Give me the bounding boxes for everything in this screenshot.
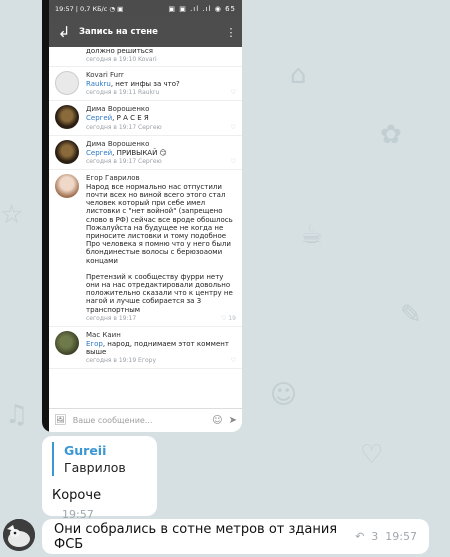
comment-author: Дима Ворошенко <box>86 105 150 114</box>
comment-text: , нет инфы за что? <box>110 80 180 89</box>
message-meta: ↶ 3 19:57 <box>355 530 417 543</box>
comment-text: , ПРИВЫКАЙ 😏 <box>112 148 167 157</box>
message-text: Они собрались в сотне метров от здания Ф… <box>54 521 338 552</box>
message-time: 19:57 <box>385 530 417 543</box>
background-doodle: ☆ <box>0 200 24 230</box>
comment-item: Егор Гаврилов Народ все нормально нас от… <box>49 170 242 327</box>
comment-meta: сегодня в 19:11 Raukru <box>86 89 160 97</box>
comments-list: должно решиться сегодня в 19:10 Kovari K… <box>49 47 242 408</box>
background-doodle: ✎ <box>400 300 422 330</box>
background-doodle: ✿ <box>380 120 402 150</box>
quote-author: Gureii <box>64 443 107 458</box>
comment-text: Народ все нормально нас отпустили почти … <box>86 182 233 265</box>
comment-author: Егор Гаврилов <box>86 173 140 182</box>
comment-meta: сегодня в 19:17 Сергею <box>86 123 162 131</box>
emoji-icon: ☺ <box>212 415 223 426</box>
avatar-image <box>3 519 35 551</box>
like-icon: ♡ <box>230 123 236 131</box>
more-options-icon: ⋮ <box>225 25 237 39</box>
phone-screen: 19:57 | 0,7 КБ/с ◔ ▣ ▣ ▣ .ıl .ıl ◉ 65 ↲ … <box>49 0 242 432</box>
comment-author: Kovari Furr <box>86 71 124 80</box>
comment-text: должно решиться <box>86 47 153 55</box>
reply-quote[interactable]: Gureii Гаврилов <box>52 442 147 476</box>
quote-text: Гаврилов <box>64 460 126 475</box>
comment-text-continued: Претензий к сообществу фурри нету они на… <box>86 272 233 314</box>
back-arrow-icon: ↲ <box>57 23 71 41</box>
background-doodle: ♡ <box>360 440 384 470</box>
status-right: ▣ ▣ .ıl .ıl ◉ 65 <box>168 4 236 13</box>
wall-post-app-bar: ↲ Запись на стене ⋮ <box>49 17 242 47</box>
message-text: Короче <box>52 488 102 503</box>
comment-item: Дима Ворошенко Сергей, ПРИВЫКАЙ 😏 сегодн… <box>49 136 242 170</box>
phone-status-bar: 19:57 | 0,7 КБ/с ◔ ▣ ▣ ▣ .ıl .ıl ◉ 65 <box>49 0 242 17</box>
avatar <box>55 330 79 355</box>
comment-item: Дима Ворошенко Сергей, Р А С Е Я сегодня… <box>49 101 242 136</box>
comment-input-bar: 🖼 Ваше сообщение... ☺ ➤ <box>49 408 242 432</box>
attach-icon: 🖼 <box>54 415 67 426</box>
mention-link: Егор <box>86 339 103 348</box>
avatar <box>55 139 79 164</box>
comment-meta: сегодня в 19:10 Kovari <box>86 56 157 64</box>
reply-message-bubble[interactable]: Gureii Гаврилов Короче 19:57 <box>42 436 157 521</box>
wall-post-title: Запись на стене <box>79 27 158 37</box>
like-count: ♡ 19 <box>221 314 236 322</box>
comment-meta: сегодня в 19:19 Егору <box>86 357 157 365</box>
screenshot-photo-message[interactable]: 19:57 | 0,7 КБ/с ◔ ▣ ▣ ▣ .ıl .ıl ◉ 65 ↲ … <box>42 0 242 432</box>
message-bubble[interactable]: Они собрались в сотне метров от здания Ф… <box>42 519 429 554</box>
mention-link: Сергей <box>86 148 113 157</box>
comment-input: Ваше сообщение... <box>72 416 153 425</box>
reply-arrow-icon[interactable]: ↶ <box>355 530 364 543</box>
avatar <box>55 71 79 96</box>
comment-item: Kovari Furr Raukru, нет инфы за что? сег… <box>49 67 242 102</box>
background-doodle: ♫ <box>5 400 29 430</box>
like-icon: ♡ <box>230 157 236 165</box>
comment-meta: сегодня в 19:17 Сергею <box>86 157 162 165</box>
comment-text: , народ, поднимаем этот коммент выше <box>86 339 229 357</box>
sender-avatar[interactable] <box>3 519 35 551</box>
comment-author: Мас Каин <box>86 330 121 339</box>
comment-text: , Р А С Е Я <box>112 114 149 123</box>
status-left: 19:57 | 0,7 КБ/с ◔ ▣ <box>55 4 124 13</box>
mention-link: Raukru <box>86 80 111 89</box>
like-icon: ♡ <box>230 89 236 97</box>
background-doodle: ☺ <box>270 380 298 410</box>
background-doodle: ☕ <box>300 220 324 250</box>
comment-partial: должно решиться сегодня в 19:10 Kovari <box>49 47 242 68</box>
send-icon: ➤ <box>228 415 237 426</box>
avatar <box>55 105 79 130</box>
comment-meta: сегодня в 19:17 <box>86 314 137 322</box>
comment-item: Мас Каин Егор, народ, поднимаем этот ком… <box>49 327 242 370</box>
like-icon: ♡ <box>230 357 236 365</box>
comment-author: Дима Ворошенко <box>86 139 150 148</box>
mention-link: Сергей <box>86 114 113 123</box>
reply-count: 3 <box>371 530 379 543</box>
phone-frame: 19:57 | 0,7 КБ/с ◔ ▣ ▣ ▣ .ıl .ıl ◉ 65 ↲ … <box>42 0 242 432</box>
background-doodle: ⌂ <box>290 60 307 90</box>
avatar <box>55 173 79 198</box>
